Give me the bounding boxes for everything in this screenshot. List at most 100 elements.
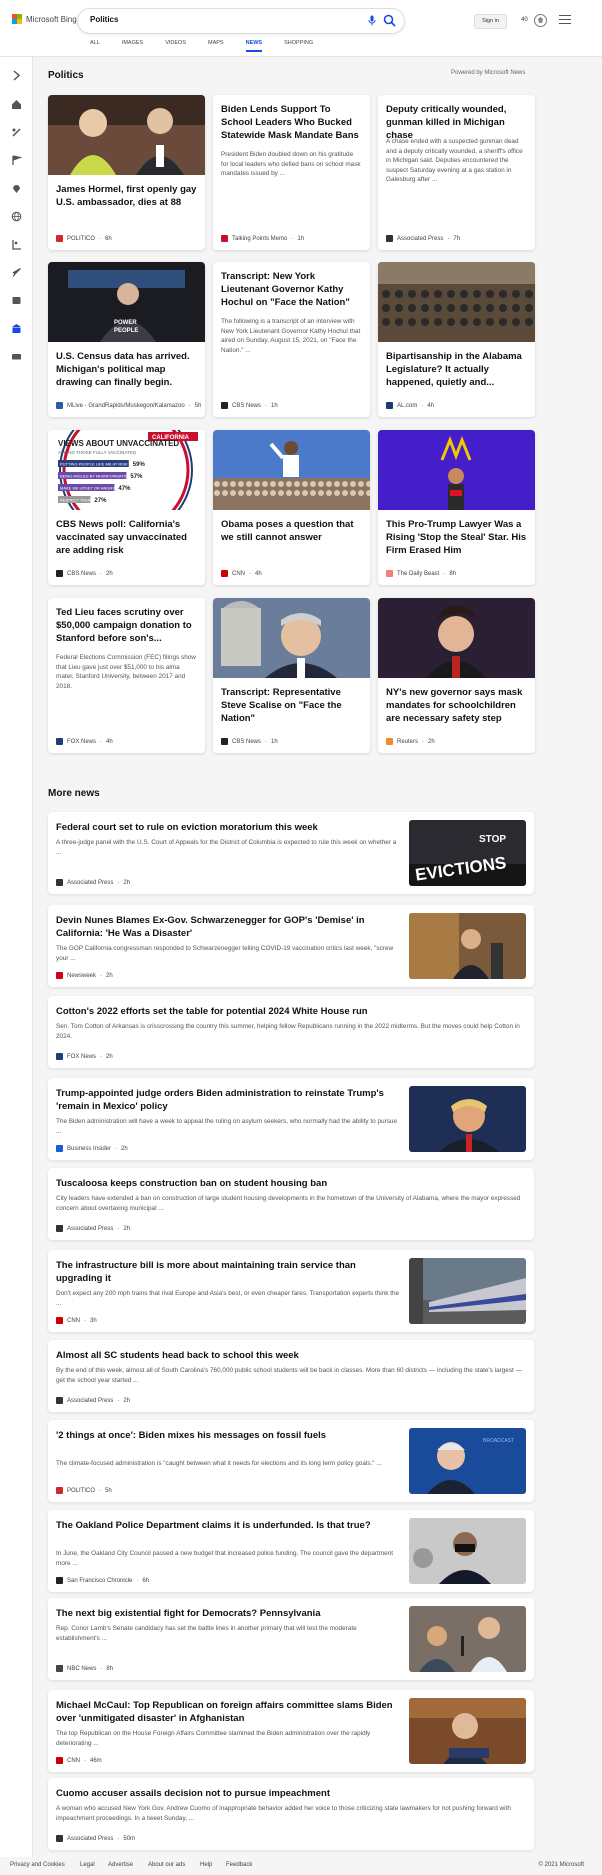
news-card-image[interactable] <box>48 95 205 175</box>
source-name[interactable]: AL.com <box>397 403 417 409</box>
money-icon[interactable] <box>11 351 22 362</box>
news-card-title[interactable]: This Pro-Trump Lawyer Was a Rising 'Stop… <box>386 518 527 557</box>
tab-videos[interactable]: VIDEOS <box>165 40 186 52</box>
news-card-title[interactable]: Transcript: Representative Steve Scalise… <box>221 686 362 725</box>
news-item-title[interactable]: Michael McCaul: Top Republican on foreig… <box>56 1699 400 1725</box>
news-card-source[interactable]: Associated Press · 7h <box>386 235 460 242</box>
footer-link-feedback[interactable]: Feedback <box>226 1862 252 1868</box>
source-name[interactable]: MLive - GrandRapids/Muskegon/Kalamazoo <box>67 403 185 409</box>
news-list-item[interactable]: Federal court set to rule on eviction mo… <box>48 812 534 894</box>
news-card-source[interactable]: AL.com · 4h <box>386 402 434 409</box>
source-name[interactable]: Associated Press <box>67 1226 113 1232</box>
news-item-thumbnail[interactable] <box>409 1698 526 1764</box>
news-list-item[interactable]: The Oakland Police Department claims it … <box>48 1510 534 1592</box>
news-card[interactable]: Biden Lends Support To School Leaders Wh… <box>213 95 370 250</box>
entertainment-icon[interactable] <box>11 295 22 306</box>
source-name[interactable]: Associated Press <box>67 1836 113 1842</box>
source-name[interactable]: FOX News <box>67 739 96 745</box>
source-name[interactable]: The Daily Beast <box>397 571 439 577</box>
footer-link-legal[interactable]: Legal <box>80 1862 95 1868</box>
news-card[interactable]: Transcript: Representative Steve Scalise… <box>213 598 370 753</box>
source-name[interactable]: Associated Press <box>67 1398 113 1404</box>
hamburger-menu-icon[interactable] <box>559 15 571 25</box>
news-card-source[interactable]: CBS News · 2h <box>56 570 113 577</box>
source-name[interactable]: Talking Points Memo <box>232 236 287 242</box>
news-card-title[interactable]: U.S. Census data has arrived. Michigan's… <box>56 350 197 389</box>
news-card-title[interactable]: Transcript: New York Lieutenant Governor… <box>221 270 362 309</box>
news-list-item[interactable]: The next big existential fight for Democ… <box>48 1598 534 1680</box>
source-name[interactable]: Associated Press <box>397 236 443 242</box>
news-list-item[interactable]: Michael McCaul: Top Republican on foreig… <box>48 1690 534 1772</box>
news-item-title[interactable]: Cuomo accuser assails decision not to pu… <box>56 1787 526 1800</box>
news-card-image[interactable] <box>378 262 535 342</box>
news-list-item[interactable]: '2 things at once': Biden mixes his mess… <box>48 1420 534 1502</box>
source-name[interactable]: FOX News <box>67 1054 96 1060</box>
news-item-source[interactable]: Associated Press · 2h <box>56 879 130 886</box>
news-card[interactable]: CALIFORNIA VIEWS ABOUT UNVACCINATED AMON… <box>48 430 205 585</box>
news-card[interactable]: Deputy critically wounded, gunman killed… <box>378 95 535 250</box>
tab-images[interactable]: IMAGES <box>122 40 143 52</box>
news-item-thumbnail[interactable] <box>409 1258 526 1324</box>
news-item-thumbnail[interactable] <box>409 1606 526 1672</box>
tab-news[interactable]: NEWS <box>245 40 263 52</box>
news-item-title[interactable]: Devin Nunes Blames Ex-Gov. Schwarzenegge… <box>56 914 400 940</box>
footer-link-help[interactable]: Help <box>200 1862 212 1868</box>
source-name[interactable]: POLITICO <box>67 1488 95 1494</box>
flag-icon[interactable] <box>11 155 22 166</box>
news-list-item[interactable]: Tuscaloosa keeps construction ban on stu… <box>48 1168 534 1240</box>
news-item-thumbnail[interactable]: EVICTIONS STOP <box>409 820 526 886</box>
news-card-image[interactable] <box>378 430 535 510</box>
news-card[interactable]: Bipartisanship in the Alabama Legislatur… <box>378 262 535 417</box>
news-item-source[interactable]: CNN · 3h <box>56 1317 97 1324</box>
sports-icon[interactable] <box>11 127 22 138</box>
news-card-image[interactable]: POWER PEOPLE <box>48 262 205 342</box>
source-name[interactable]: CNN <box>67 1758 80 1764</box>
sign-in-button[interactable]: Sign in <box>474 14 507 29</box>
news-card-source[interactable]: The Daily Beast · 8h <box>386 570 456 577</box>
news-list-item[interactable]: Cotton's 2022 efforts set the table for … <box>48 996 534 1068</box>
source-name[interactable]: CBS News <box>232 403 261 409</box>
tab-shopping[interactable]: SHOPPING <box>284 40 313 52</box>
news-card-source[interactable]: FOX News · 4h <box>56 738 113 745</box>
source-name[interactable]: NBC News <box>67 1666 96 1672</box>
news-item-title[interactable]: The next big existential fight for Democ… <box>56 1607 400 1620</box>
bing-logo[interactable]: Microsoft Bing <box>12 14 77 24</box>
globe-icon[interactable] <box>11 211 22 222</box>
search-box[interactable]: Politics <box>78 9 404 33</box>
footer-link-about-our-ads[interactable]: About our ads <box>148 1862 185 1868</box>
source-name[interactable]: Associated Press <box>67 880 113 886</box>
news-item-title[interactable]: Cotton's 2022 efforts set the table for … <box>56 1005 526 1018</box>
source-name[interactable]: CBS News <box>67 571 96 577</box>
news-card-source[interactable]: Reuters · 2h <box>386 738 435 745</box>
news-item-source[interactable]: FOX News · 2h <box>56 1053 113 1060</box>
news-item-source[interactable]: CNN · 46m <box>56 1757 102 1764</box>
news-item-title[interactable]: The infrastructure bill is more about ma… <box>56 1259 400 1285</box>
news-card-image[interactable] <box>378 598 535 678</box>
news-card[interactable]: Ted Lieu faces scrutiny over $50,000 cam… <box>48 598 205 753</box>
news-card-source[interactable]: CBS News · 1h <box>221 402 278 409</box>
source-name[interactable]: San Francisco Chronicle <box>67 1578 132 1584</box>
news-card-source[interactable]: Talking Points Memo · 1h <box>221 235 304 242</box>
news-list-item[interactable]: Trump-appointed judge orders Biden admin… <box>48 1078 534 1160</box>
news-card-source[interactable]: POLITICO · 6h <box>56 235 112 242</box>
news-item-title[interactable]: '2 things at once': Biden mixes his mess… <box>56 1429 400 1442</box>
news-card-image[interactable] <box>213 430 370 510</box>
news-item-source[interactable]: Associated Press · 50m <box>56 1835 135 1842</box>
news-item-source[interactable]: San Francisco Chronicle · 6h <box>56 1577 149 1584</box>
footer-link-advertise[interactable]: Advertise <box>108 1862 133 1868</box>
news-item-title[interactable]: The Oakland Police Department claims it … <box>56 1519 400 1532</box>
news-item-title[interactable]: Trump-appointed judge orders Biden admin… <box>56 1087 400 1113</box>
search-icon[interactable] <box>383 14 396 27</box>
news-card-image[interactable] <box>213 598 370 678</box>
news-card-source[interactable]: CNN · 4h <box>221 570 262 577</box>
news-item-thumbnail[interactable] <box>409 1518 526 1584</box>
news-card[interactable]: NY's new governor says mask mandates for… <box>378 598 535 753</box>
news-item-thumbnail[interactable] <box>409 1086 526 1152</box>
news-item-thumbnail[interactable]: BROADCAST <box>409 1428 526 1494</box>
source-name[interactable]: Reuters <box>397 739 418 745</box>
source-name[interactable]: Newsweek <box>67 973 96 979</box>
search-input[interactable]: Politics <box>90 15 118 24</box>
news-item-thumbnail[interactable] <box>409 913 526 979</box>
news-card-title[interactable]: James Hormel, first openly gay U.S. amba… <box>56 183 197 209</box>
news-card[interactable]: This Pro-Trump Lawyer Was a Rising 'Stop… <box>378 430 535 585</box>
